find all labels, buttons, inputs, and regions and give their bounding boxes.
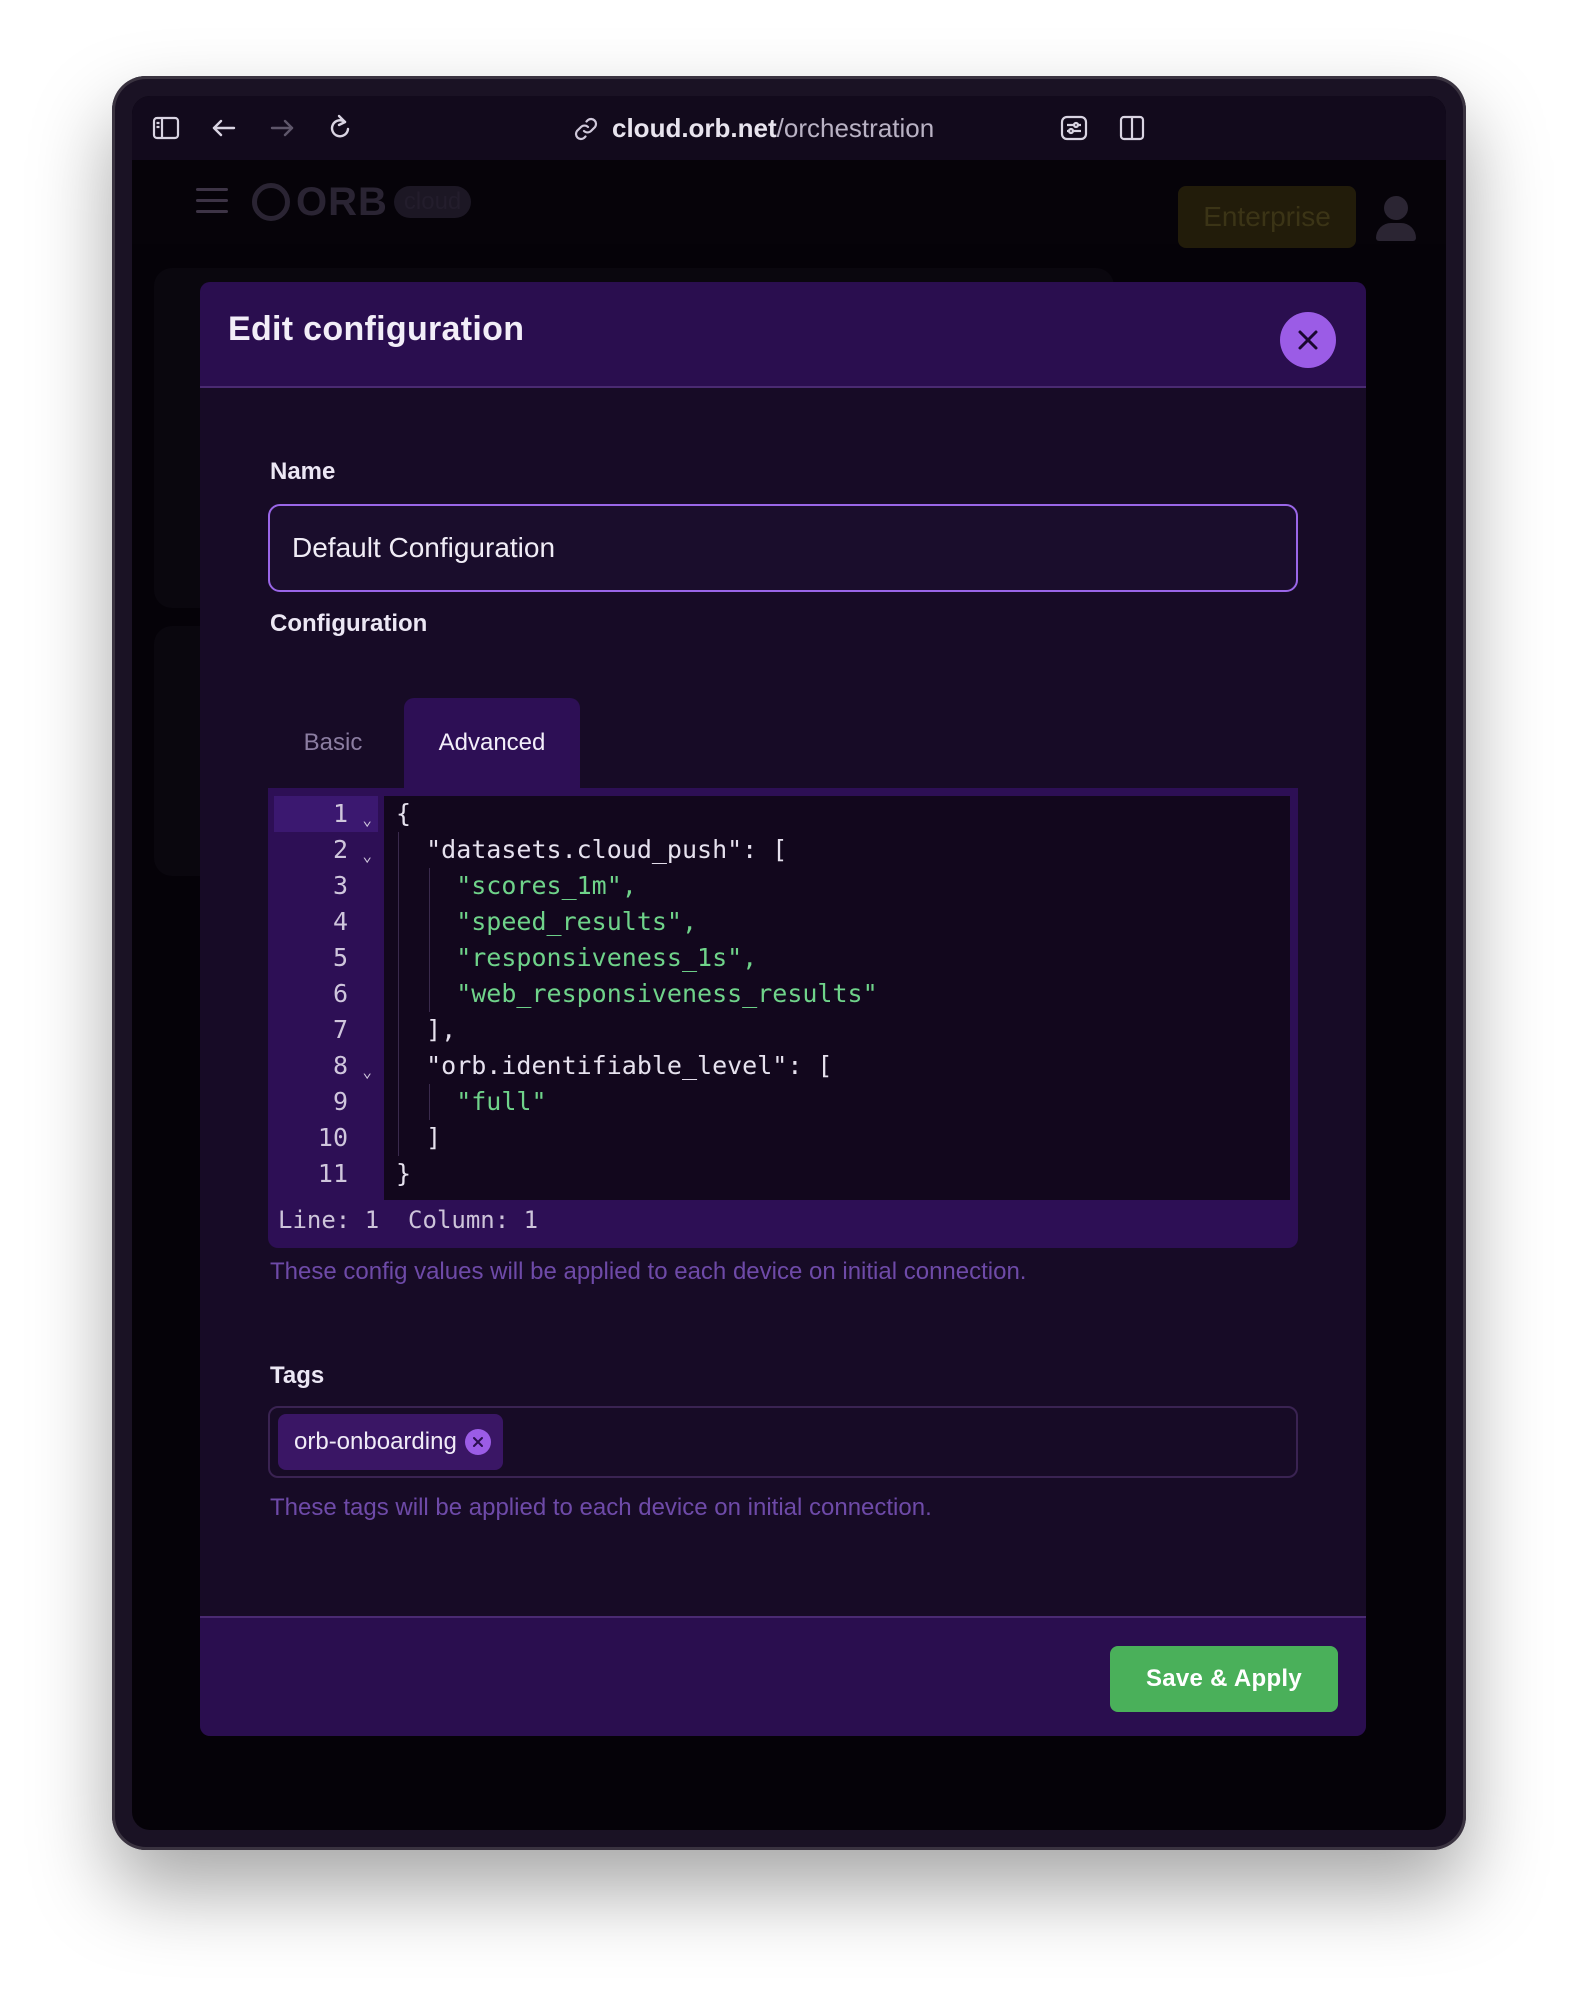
- code-area[interactable]: { "datasets.cloud_push": [ "scores_1m", …: [384, 796, 1290, 1200]
- configuration-label: Configuration: [270, 610, 428, 637]
- line-number: 4: [332, 907, 348, 936]
- close-icon: [1298, 330, 1318, 350]
- menu-icon[interactable]: [196, 188, 228, 214]
- tab-advanced[interactable]: Advanced: [404, 698, 580, 788]
- gutter-line: 4: [274, 904, 378, 940]
- url-host: cloud.orb.net: [612, 113, 777, 143]
- logo-text: ORB: [296, 179, 388, 224]
- tag-remove-icon[interactable]: [464, 1429, 491, 1455]
- enterprise-button[interactable]: Enterprise: [1178, 186, 1356, 248]
- gutter-line: 7: [274, 1012, 378, 1048]
- app-header: ORB cloud Enterprise: [132, 160, 1446, 248]
- line-number: 2: [332, 835, 348, 864]
- line-number: 8: [332, 1051, 348, 1080]
- code-line: "datasets.cloud_push": [: [396, 835, 788, 864]
- line-number: 3: [332, 871, 348, 900]
- code-line: "responsiveness_1s",: [396, 943, 758, 972]
- tags-hint: These tags will be applied to each devic…: [270, 1494, 932, 1521]
- tag-chip: orb-onboarding: [278, 1414, 503, 1470]
- line-number: 9: [332, 1087, 348, 1116]
- orb-logo-mark: [252, 183, 290, 221]
- gutter-line: 2 ⌄: [274, 832, 378, 868]
- config-hint: These config values will be applied to e…: [270, 1258, 1027, 1285]
- address-bar[interactable]: cloud.orb.net/orchestration: [572, 108, 934, 148]
- line-number: 11: [317, 1159, 348, 1188]
- line-number: 6: [332, 979, 348, 1008]
- reload-icon[interactable]: [324, 112, 356, 144]
- extensions-icon[interactable]: [1058, 112, 1090, 144]
- code-editor[interactable]: 1 ⌄ 2 ⌄ 3 4 5 6 7 8 ⌄ 9 10 11 {"dataset…: [268, 788, 1298, 1248]
- modal-footer: Save & Apply: [200, 1616, 1366, 1736]
- tab-basic[interactable]: Basic: [270, 698, 396, 788]
- gutter-line: 6: [274, 976, 378, 1012]
- line-number: 1: [332, 799, 348, 828]
- gutter-line: 9: [274, 1084, 378, 1120]
- user-avatar-icon[interactable]: [1376, 196, 1416, 242]
- editor-gutter: 1 ⌄ 2 ⌄ 3 4 5 6 7 8 ⌄ 9 10 11: [268, 788, 382, 1192]
- code-line: "web_responsiveness_results": [396, 979, 878, 1008]
- code-line: {: [396, 799, 412, 828]
- browser-toolbar: cloud.orb.net/orchestration: [132, 96, 1446, 161]
- code-line: "orb.identifiable_level": [: [396, 1051, 833, 1080]
- save-apply-button[interactable]: Save & Apply: [1110, 1646, 1338, 1712]
- url-path: /orchestration: [776, 113, 935, 143]
- sidebar-icon[interactable]: [150, 112, 182, 144]
- code-line: ],: [396, 1015, 457, 1044]
- link-icon: [572, 114, 600, 142]
- tag-label: orb-onboarding: [294, 1428, 457, 1455]
- gutter-line: 5: [274, 940, 378, 976]
- name-input[interactable]: Default Configuration: [268, 504, 1298, 592]
- edit-configuration-modal: Edit configuration Name Default Configur…: [200, 282, 1366, 1736]
- gutter-line: 10: [274, 1120, 378, 1156]
- name-label: Name: [270, 458, 336, 485]
- close-button[interactable]: [1280, 312, 1336, 368]
- tags-input[interactable]: orb-onboarding: [268, 1406, 1298, 1478]
- code-line: "speed_results",: [396, 907, 698, 936]
- code-line: ]: [396, 1123, 442, 1152]
- gutter-line: 8 ⌄: [274, 1048, 378, 1084]
- line-number: 10: [317, 1123, 348, 1152]
- line-number: 7: [332, 1015, 348, 1044]
- browser-window: cloud.orb.net/orchestration ORB cloud En…: [112, 76, 1466, 1850]
- editor-status-bar: Line: 1 Column: 1: [278, 1206, 539, 1234]
- back-icon[interactable]: [208, 112, 240, 144]
- logo-subtext: cloud: [393, 186, 472, 218]
- forward-icon[interactable]: [266, 112, 298, 144]
- code-line: "full": [396, 1087, 547, 1116]
- gutter-line: 1 ⌄: [274, 796, 378, 832]
- code-line: "scores_1m",: [396, 871, 637, 900]
- modal-title: Edit configuration: [228, 310, 525, 348]
- browser-screen: cloud.orb.net/orchestration ORB cloud En…: [132, 96, 1446, 1830]
- gutter-line: 11: [274, 1156, 378, 1192]
- split-view-icon[interactable]: [1116, 112, 1148, 144]
- orb-logo[interactable]: ORB cloud: [252, 179, 472, 224]
- code-line: }: [396, 1159, 412, 1188]
- gutter-line: 3: [274, 868, 378, 904]
- modal-header: Edit configuration: [200, 282, 1366, 388]
- line-number: 5: [332, 943, 348, 972]
- tags-label: Tags: [270, 1362, 325, 1389]
